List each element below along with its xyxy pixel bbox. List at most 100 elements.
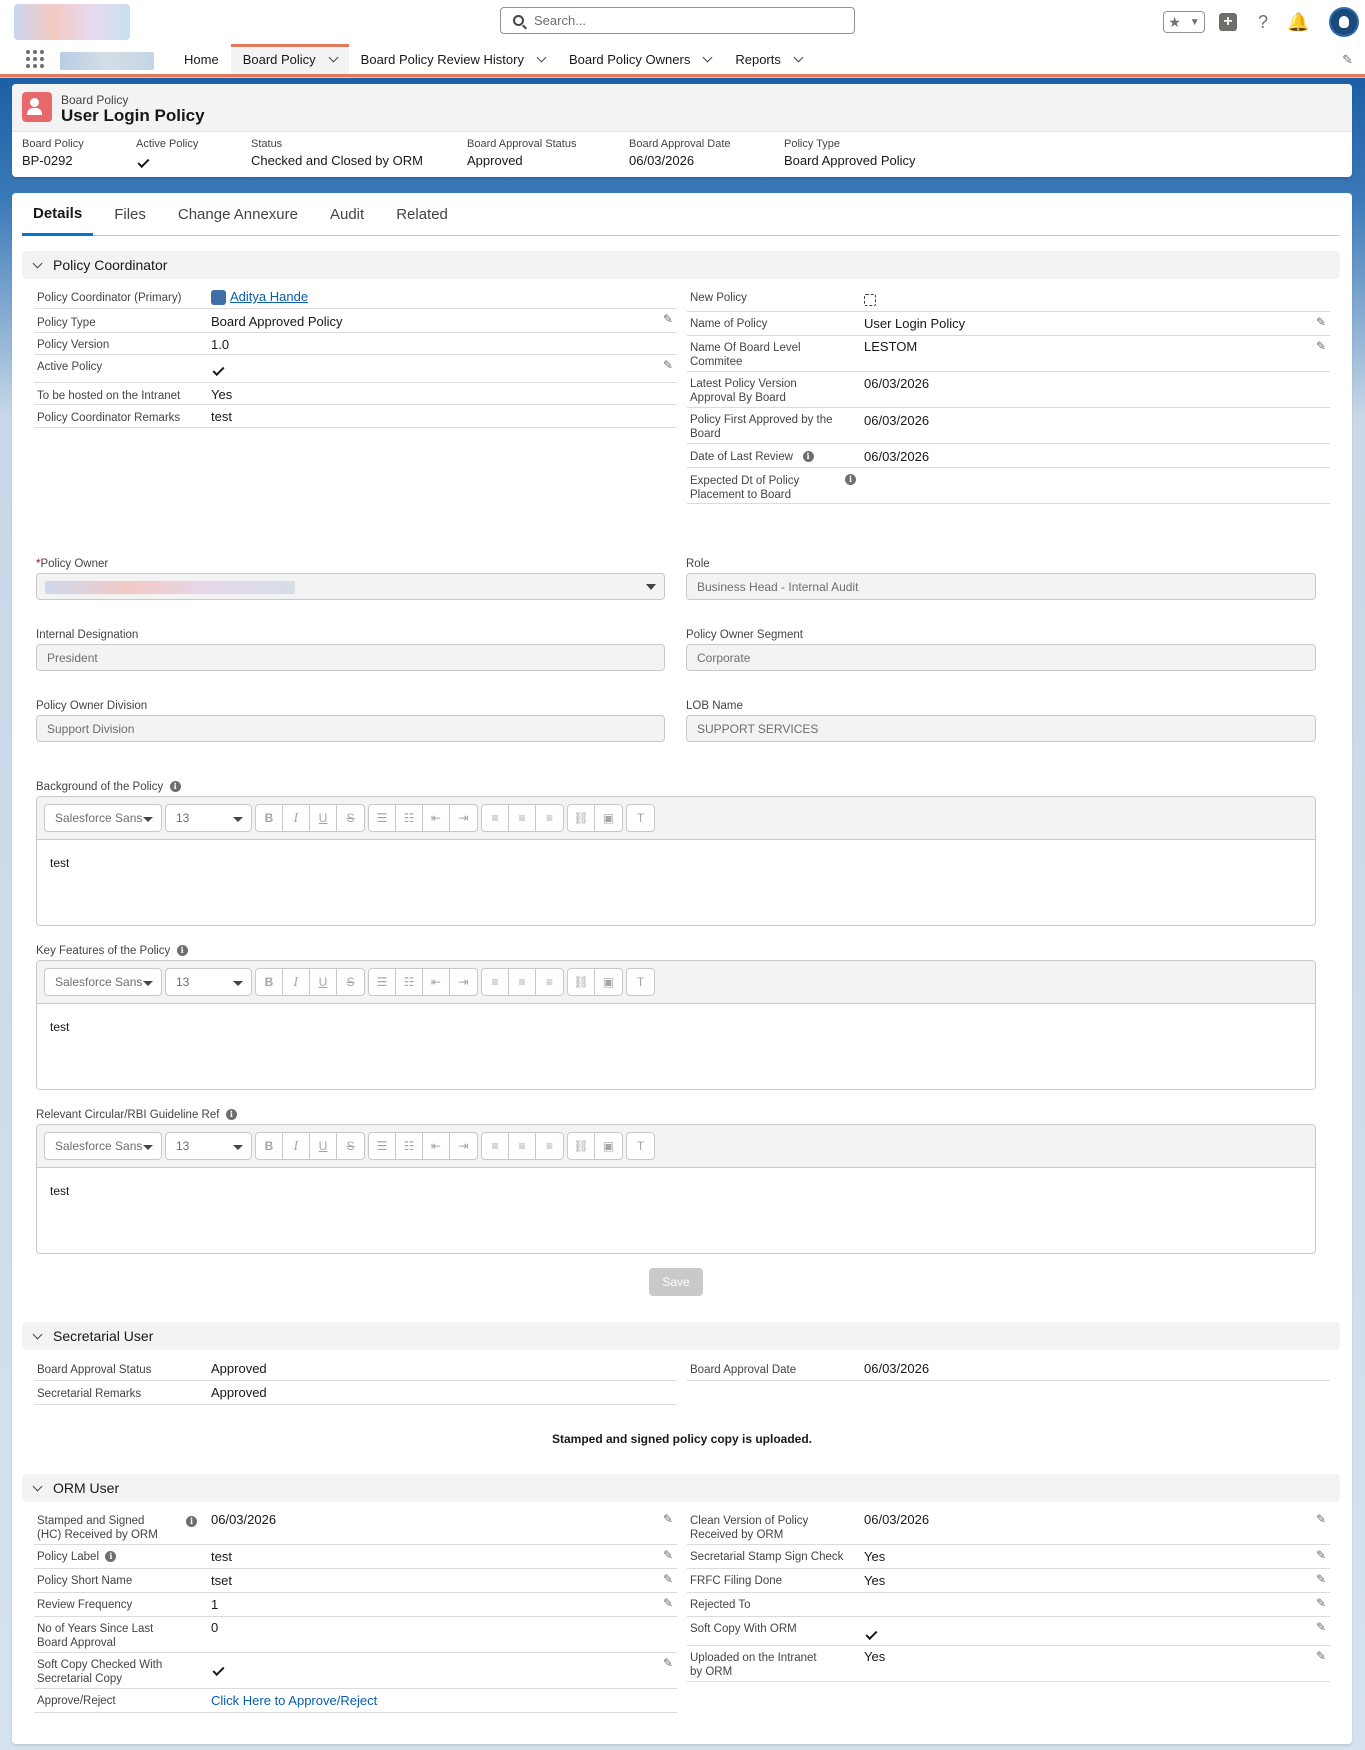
- link-icon[interactable]: ⛓: [568, 805, 595, 831]
- numbered-list-icon[interactable]: ☷: [396, 1133, 423, 1159]
- global-actions-button[interactable]: +: [1219, 13, 1239, 31]
- indent-icon[interactable]: ⇥: [450, 969, 477, 995]
- nav-item-board-policy[interactable]: Board Policy: [230, 44, 349, 74]
- align-center-icon[interactable]: ≡: [509, 1133, 536, 1159]
- strikethrough-icon[interactable]: S: [337, 969, 364, 995]
- bullet-list-icon[interactable]: ☰: [369, 805, 396, 831]
- app-launcher-icon[interactable]: [26, 50, 44, 68]
- indent-icon[interactable]: ⇥: [450, 805, 477, 831]
- info-icon[interactable]: i: [186, 1516, 197, 1527]
- font-family-select[interactable]: Salesforce Sans: [44, 1132, 162, 1160]
- info-icon[interactable]: i: [225, 1109, 237, 1121]
- edit-pencil-icon[interactable]: ✎: [1316, 1649, 1326, 1663]
- font-family-select[interactable]: Salesforce Sans: [44, 804, 162, 832]
- image-icon[interactable]: ▣: [595, 969, 622, 995]
- link-icon[interactable]: ⛓: [568, 969, 595, 995]
- font-family-select[interactable]: Salesforce Sans: [44, 968, 162, 996]
- numbered-list-icon[interactable]: ☷: [396, 969, 423, 995]
- tab-files[interactable]: Files: [103, 193, 157, 236]
- outdent-icon[interactable]: ⇤: [423, 969, 450, 995]
- tab-audit[interactable]: Audit: [319, 193, 375, 236]
- rte-content[interactable]: test: [37, 1168, 1315, 1214]
- tab-related[interactable]: Related: [385, 193, 459, 236]
- align-center-icon[interactable]: ≡: [509, 969, 536, 995]
- edit-pencil-icon[interactable]: ✎: [663, 312, 673, 326]
- align-center-icon[interactable]: ≡: [509, 805, 536, 831]
- italic-icon[interactable]: I: [283, 969, 310, 995]
- edit-pencil-icon[interactable]: ✎: [663, 1512, 673, 1526]
- edit-pencil-icon[interactable]: ✎: [1316, 1572, 1326, 1586]
- underline-icon[interactable]: U: [310, 805, 337, 831]
- edit-pencil-icon[interactable]: ✎: [663, 1656, 673, 1670]
- indent-icon[interactable]: ⇥: [450, 1133, 477, 1159]
- clear-format-icon[interactable]: T: [627, 1133, 654, 1159]
- edit-nav-icon[interactable]: ✎: [1342, 52, 1353, 68]
- edit-pencil-icon[interactable]: ✎: [663, 1596, 673, 1610]
- policy-coordinator-link[interactable]: Aditya Hande: [230, 289, 308, 304]
- align-right-icon[interactable]: ≡: [536, 969, 563, 995]
- edit-pencil-icon[interactable]: ✎: [663, 1572, 673, 1586]
- info-icon[interactable]: i: [845, 474, 856, 485]
- underline-icon[interactable]: U: [310, 1133, 337, 1159]
- font-size-select[interactable]: 13: [165, 804, 252, 832]
- info-icon[interactable]: i: [105, 1551, 117, 1563]
- align-left-icon[interactable]: ≡: [482, 805, 509, 831]
- help-icon[interactable]: ?: [1253, 12, 1273, 33]
- chevron-down-icon[interactable]: [702, 52, 713, 62]
- edit-pencil-icon[interactable]: ✎: [1316, 1548, 1326, 1562]
- bold-icon[interactable]: B: [256, 1133, 283, 1159]
- bold-icon[interactable]: B: [256, 805, 283, 831]
- edit-pencil-icon[interactable]: ✎: [663, 358, 673, 372]
- nav-item-policy-owners[interactable]: Board Policy Owners: [557, 44, 723, 74]
- align-right-icon[interactable]: ≡: [536, 1133, 563, 1159]
- align-right-icon[interactable]: ≡: [536, 805, 563, 831]
- tab-change-annexure[interactable]: Change Annexure: [167, 193, 309, 236]
- align-left-icon[interactable]: ≡: [482, 969, 509, 995]
- chevron-down-icon[interactable]: [328, 52, 339, 62]
- strikethrough-icon[interactable]: S: [337, 805, 364, 831]
- edit-pencil-icon[interactable]: ✎: [1316, 1512, 1326, 1526]
- edit-pencil-icon[interactable]: ✎: [1316, 1620, 1326, 1634]
- underline-icon[interactable]: U: [310, 969, 337, 995]
- outdent-icon[interactable]: ⇤: [423, 1133, 450, 1159]
- save-button[interactable]: Save: [649, 1268, 703, 1296]
- nav-item-reports[interactable]: Reports: [723, 44, 814, 74]
- edit-pencil-icon[interactable]: ✎: [1316, 1596, 1326, 1610]
- bell-icon[interactable]: 🔔: [1287, 12, 1309, 33]
- font-size-select[interactable]: 13: [165, 968, 252, 996]
- tab-details[interactable]: Details: [22, 193, 94, 236]
- policy-owner-combobox[interactable]: [36, 573, 665, 600]
- approve-reject-link[interactable]: Click Here to Approve/Reject: [211, 1693, 377, 1708]
- link-icon[interactable]: ⛓: [568, 1133, 595, 1159]
- favorites-button[interactable]: ★ ▼: [1163, 11, 1205, 33]
- strikethrough-icon[interactable]: S: [337, 1133, 364, 1159]
- clear-format-icon[interactable]: T: [627, 969, 654, 995]
- chevron-down-icon[interactable]: [793, 52, 804, 62]
- align-left-icon[interactable]: ≡: [482, 1133, 509, 1159]
- clear-format-icon[interactable]: T: [627, 805, 654, 831]
- bold-icon[interactable]: B: [256, 969, 283, 995]
- info-icon[interactable]: i: [169, 781, 181, 793]
- nav-item-review-history[interactable]: Board Policy Review History: [349, 44, 557, 74]
- italic-icon[interactable]: I: [283, 1133, 310, 1159]
- edit-pencil-icon[interactable]: ✎: [663, 1548, 673, 1562]
- chevron-down-icon[interactable]: [536, 52, 547, 62]
- info-icon[interactable]: i: [176, 945, 188, 957]
- info-icon[interactable]: i: [802, 451, 814, 463]
- edit-pencil-icon[interactable]: ✎: [1316, 315, 1326, 329]
- image-icon[interactable]: ▣: [595, 805, 622, 831]
- global-search-input[interactable]: Search...: [500, 7, 855, 34]
- bullet-list-icon[interactable]: ☰: [369, 969, 396, 995]
- outdent-icon[interactable]: ⇤: [423, 805, 450, 831]
- chevron-down-icon[interactable]: ▼: [1190, 17, 1200, 28]
- nav-item-home[interactable]: Home: [172, 44, 231, 74]
- section-orm-user[interactable]: ORM User: [22, 1474, 1340, 1502]
- image-icon[interactable]: ▣: [595, 1133, 622, 1159]
- avatar[interactable]: [1329, 7, 1359, 37]
- edit-pencil-icon[interactable]: ✎: [1316, 339, 1326, 353]
- section-policy-coordinator[interactable]: Policy Coordinator: [22, 251, 1340, 279]
- font-size-select[interactable]: 13: [165, 1132, 252, 1160]
- italic-icon[interactable]: I: [283, 805, 310, 831]
- section-secretarial-user[interactable]: Secretarial User: [22, 1322, 1340, 1350]
- numbered-list-icon[interactable]: ☷: [396, 805, 423, 831]
